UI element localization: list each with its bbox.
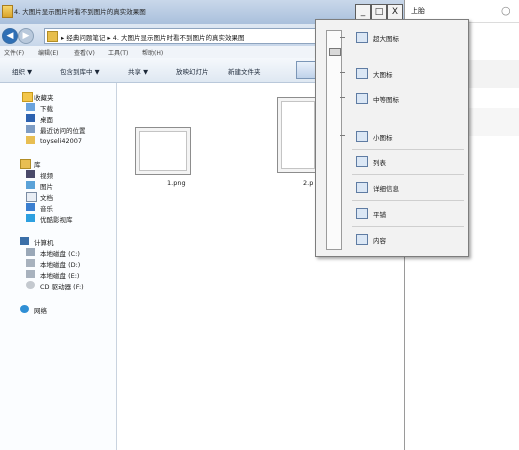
content-icon [356, 234, 368, 245]
maximize-button[interactable]: □ [371, 4, 387, 20]
large-icons-icon [356, 68, 368, 79]
folder-icon [47, 31, 58, 42]
menu-tools[interactable]: 工具(T) [108, 48, 128, 57]
pictures-icon [26, 181, 35, 189]
nav-videos[interactable]: 视频 [40, 170, 53, 180]
menu-edit[interactable]: 编辑(E) [38, 48, 58, 57]
slideshow-button[interactable]: 放映幻灯片 [176, 66, 209, 76]
file-thumbnail[interactable] [277, 97, 319, 173]
drive-icon [26, 270, 35, 278]
view-option-label: 平铺 [373, 211, 386, 219]
drive-icon [26, 259, 35, 267]
nav-drive-e[interactable]: 本地磁盘 (E:) [40, 270, 79, 280]
view-details[interactable]: 详细信息 [356, 180, 466, 194]
view-option-label: 中等图标 [373, 96, 399, 104]
video-icon [26, 170, 35, 178]
nav-favorites[interactable]: 收藏夹 [34, 92, 54, 102]
image-preview [139, 131, 187, 171]
star-icon [22, 92, 33, 102]
view-option-label: 大图标 [373, 71, 393, 79]
cd-drive-icon [26, 281, 35, 289]
drive-icon [26, 248, 35, 256]
download-icon [26, 103, 35, 111]
menu-help[interactable]: 帮助(H) [142, 48, 163, 57]
new-folder-button[interactable]: 新建文件夹 [228, 66, 261, 76]
nav-youku[interactable]: 优酷影视库 [40, 214, 73, 224]
nav-desktop[interactable]: 桌面 [40, 114, 53, 124]
network-icon [20, 305, 29, 313]
documents-icon [26, 192, 37, 202]
organize-button[interactable]: 组织 ▼ [12, 66, 32, 76]
computer-icon [20, 237, 29, 245]
view-medium-icons[interactable]: 中等图标 [356, 91, 466, 105]
view-option-label: 列表 [373, 159, 386, 167]
back-button[interactable]: ◀ [2, 28, 18, 44]
medium-icons-icon [356, 93, 368, 104]
menu-separator [352, 149, 464, 150]
share-button[interactable]: 共享 ▼ [128, 66, 148, 76]
address-bar[interactable]: ▸ 经典问题笔记 ▸ 4. 大图片显示图片时看不到图片的真实效果图 [44, 28, 316, 44]
navigation-pane: 收藏夹 下载 桌面 最近访问的位置 toyseli42007 库 视频 图片 文… [0, 83, 117, 450]
file-name[interactable]: 1.png [167, 179, 186, 187]
menu-separator [352, 226, 464, 227]
address-path: ▸ 经典问题笔记 ▸ 4. 大图片显示图片时看不到图片的真实效果图 [61, 34, 245, 42]
tiles-icon [356, 208, 368, 219]
library-icon [20, 159, 31, 169]
youku-library-icon [26, 214, 35, 222]
nav-drive-d[interactable]: 本地磁盘 (D:) [40, 259, 80, 269]
menu-file[interactable]: 文件(F) [4, 48, 24, 57]
change-view-button[interactable] [296, 61, 316, 79]
music-icon [26, 203, 35, 211]
view-list[interactable]: 列表 [356, 154, 466, 168]
slider-tick [340, 72, 345, 73]
search-icon[interactable]: ○ [501, 4, 511, 17]
close-button[interactable]: X [387, 4, 403, 20]
folder-icon [26, 136, 35, 144]
view-small-icons[interactable]: 小图标 [356, 129, 466, 143]
nav-drive-f[interactable]: CD 驱动器 (F:) [40, 281, 84, 291]
view-large-icons[interactable]: 大图标 [356, 66, 466, 80]
view-extra-large-icons[interactable]: 超大图标 [356, 30, 466, 44]
nav-network[interactable]: 网络 [34, 305, 47, 315]
minimize-button[interactable]: _ [355, 4, 371, 20]
nav-computer[interactable]: 计算机 [34, 237, 54, 247]
view-option-label: 详细信息 [373, 185, 399, 193]
view-option-label: 超大图标 [373, 35, 399, 43]
details-icon [356, 182, 368, 193]
extra-large-icons-icon [356, 32, 368, 43]
nav-music[interactable]: 音乐 [40, 203, 53, 213]
small-icons-icon [356, 131, 368, 142]
nav-documents[interactable]: 文档 [40, 192, 53, 202]
view-option-label: 小图标 [373, 134, 393, 142]
file-name[interactable]: 2.p [303, 179, 313, 187]
window-title: 4. 大图片显示图片时看不到图片的真实效果图 [14, 8, 146, 16]
menu-separator [352, 200, 464, 201]
file-thumbnail[interactable] [135, 127, 191, 175]
view-size-slider[interactable] [326, 30, 342, 250]
forward-button[interactable]: ▶ [18, 28, 34, 44]
folder-icon [2, 5, 13, 18]
nav-downloads[interactable]: 下载 [40, 103, 53, 113]
menu-separator [352, 174, 464, 175]
nav-pictures[interactable]: 图片 [40, 181, 53, 191]
recent-places-icon [26, 125, 35, 133]
slider-tick [340, 135, 345, 136]
list-icon [356, 156, 368, 167]
search-text: 上胎 [411, 7, 425, 15]
slider-tick [340, 37, 345, 38]
desktop-icon [26, 114, 35, 122]
nav-libraries[interactable]: 库 [34, 159, 41, 169]
view-content[interactable]: 内容 [356, 232, 466, 246]
include-in-library-button[interactable]: 包含到库中 ▼ [60, 66, 100, 76]
nav-recent[interactable]: 最近访问的位置 [40, 125, 86, 135]
slider-tick [340, 97, 345, 98]
view-option-label: 内容 [373, 237, 386, 245]
nav-user-folder[interactable]: toyseli42007 [40, 137, 82, 145]
nav-drive-c[interactable]: 本地磁盘 (C:) [40, 248, 80, 258]
menu-view[interactable]: 查看(V) [74, 48, 95, 57]
view-menu: 超大图标 大图标 中等图标 小图标 列表 详细信息 平铺 内容 [315, 19, 469, 257]
image-preview [281, 101, 315, 169]
slider-handle[interactable] [329, 48, 341, 56]
view-tiles[interactable]: 平铺 [356, 206, 466, 220]
